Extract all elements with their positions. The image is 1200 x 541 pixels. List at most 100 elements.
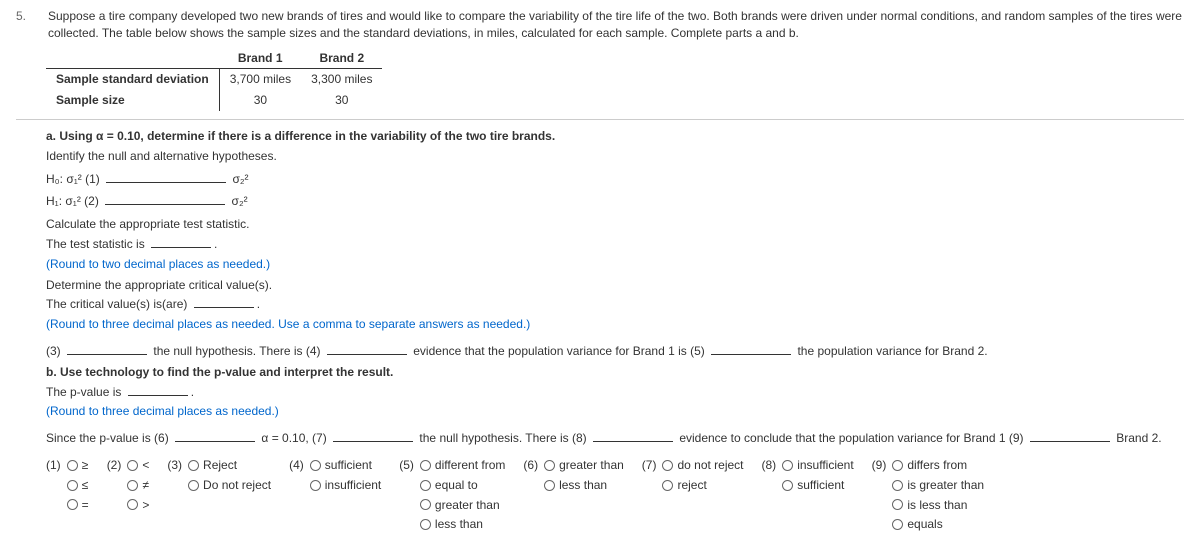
h0-label: H₀: σ₁² (1) — [46, 172, 100, 186]
radio-3-0[interactable] — [188, 460, 199, 471]
opt-4-0: sufficient — [325, 457, 372, 474]
ag5-num: (5) — [399, 457, 414, 474]
radio-6-0[interactable] — [544, 460, 555, 471]
blank-9[interactable] — [1030, 430, 1110, 442]
opt-1-2: = — [82, 497, 89, 514]
radio-2-2[interactable] — [127, 499, 138, 510]
answer-group-6: (6) greater than less than — [523, 457, 623, 533]
radio-9-2[interactable] — [892, 499, 903, 510]
radio-5-3[interactable] — [420, 519, 431, 530]
opt-1-1: ≤ — [82, 477, 89, 494]
ag7-num: (7) — [642, 457, 657, 474]
radio-3-1[interactable] — [188, 480, 199, 491]
opt-9-0: differs from — [907, 457, 967, 474]
radio-1-0[interactable] — [67, 460, 78, 471]
identify-hypotheses: Identify the null and alternative hypoth… — [46, 148, 1184, 165]
round-3dp-crit: (Round to three decimal places as needed… — [46, 316, 1184, 333]
opt-3-1: Do not reject — [203, 477, 271, 494]
blank-h0[interactable] — [106, 171, 226, 183]
answer-group-8: (8) insufficient sufficient — [762, 457, 854, 533]
answer-group-4: (4) sufficient insufficient — [289, 457, 381, 533]
problem-text: Suppose a tire company developed two new… — [48, 8, 1184, 42]
radio-5-1[interactable] — [420, 480, 431, 491]
opt-6-1: less than — [559, 477, 607, 494]
radio-4-0[interactable] — [310, 460, 321, 471]
det-crit-heading: Determine the appropriate critical value… — [46, 277, 1184, 294]
size-brand2: 30 — [301, 90, 382, 111]
blank-5[interactable] — [711, 343, 791, 355]
opt-2-1: ≠ — [142, 477, 149, 494]
h1-rhs: σ₂² — [232, 194, 248, 208]
opt-9-2: is less than — [907, 497, 967, 514]
radio-5-2[interactable] — [420, 499, 431, 510]
ag3-num: (3) — [167, 457, 182, 474]
radio-6-1[interactable] — [544, 480, 555, 491]
std-brand2: 3,300 miles — [301, 69, 382, 90]
radio-7-1[interactable] — [662, 480, 673, 491]
question-number: 5. — [16, 8, 36, 42]
crit-line: The critical value(s) is(are) — [46, 297, 187, 311]
blank-4[interactable] — [327, 343, 407, 355]
opt-1-0: ≥ — [82, 457, 89, 474]
sb-2: α = 0.10, (7) — [261, 431, 326, 445]
std-brand1: 3,700 miles — [219, 69, 301, 90]
blank-7[interactable] — [333, 430, 413, 442]
radio-9-3[interactable] — [892, 519, 903, 530]
answer-group-1: (1) ≥ ≤ = — [46, 457, 89, 533]
blank-test-stat[interactable] — [151, 236, 211, 248]
answer-group-2: (2) < ≠ > — [107, 457, 150, 533]
ag6-num: (6) — [523, 457, 538, 474]
blank-h1[interactable] — [105, 193, 225, 205]
h0-rhs: σ₂² — [232, 172, 248, 186]
sa-4: the population variance for Brand 2. — [797, 344, 987, 358]
sb-3: the null hypothesis. There is (8) — [419, 431, 586, 445]
blank-3[interactable] — [67, 343, 147, 355]
radio-9-0[interactable] — [892, 460, 903, 471]
size-brand1: 30 — [219, 90, 301, 111]
opt-5-0: different from — [435, 457, 505, 474]
blank-6[interactable] — [175, 430, 255, 442]
radio-1-2[interactable] — [67, 499, 78, 510]
sa-1: (3) — [46, 344, 61, 358]
answer-group-9: (9) differs from is greater than is less… — [872, 457, 984, 533]
answer-choices: (1) ≥ ≤ = (2) < ≠ > (3) Reject Do not re… — [46, 457, 1184, 533]
opt-2-0: < — [142, 457, 149, 474]
blank-8[interactable] — [593, 430, 673, 442]
opt-5-3: less than — [435, 516, 483, 533]
radio-4-1[interactable] — [310, 480, 321, 491]
round-3dp-p: (Round to three decimal places as needed… — [46, 403, 1184, 420]
opt-2-2: > — [142, 497, 149, 514]
sa-3: evidence that the population variance fo… — [413, 344, 705, 358]
opt-7-1: reject — [677, 477, 706, 494]
opt-6-0: greater than — [559, 457, 624, 474]
blank-pvalue[interactable] — [128, 384, 188, 396]
opt-5-1: equal to — [435, 477, 478, 494]
opt-7-0: do not reject — [677, 457, 743, 474]
blank-crit[interactable] — [194, 296, 254, 308]
opt-5-2: greater than — [435, 497, 500, 514]
part-b-intro: b. Use technology to find the p-value an… — [46, 364, 1184, 381]
h1-label: H₁: σ₁² (2) — [46, 194, 99, 208]
round-2dp: (Round to two decimal places as needed.) — [46, 256, 1184, 273]
ag2-num: (2) — [107, 457, 122, 474]
radio-7-0[interactable] — [662, 460, 673, 471]
radio-8-0[interactable] — [782, 460, 793, 471]
radio-2-0[interactable] — [127, 460, 138, 471]
radio-2-1[interactable] — [127, 480, 138, 491]
opt-8-1: sufficient — [797, 477, 844, 494]
radio-5-0[interactable] — [420, 460, 431, 471]
opt-8-0: insufficient — [797, 457, 853, 474]
radio-1-1[interactable] — [67, 480, 78, 491]
radio-9-1[interactable] — [892, 480, 903, 491]
part-a-intro: a. Using α = 0.10, determine if there is… — [46, 128, 1184, 145]
ag1-num: (1) — [46, 457, 61, 474]
col-brand1: Brand 1 — [219, 48, 301, 69]
ag4-num: (4) — [289, 457, 304, 474]
opt-3-0: Reject — [203, 457, 237, 474]
pvalue-line: The p-value is — [46, 385, 121, 399]
sa-2: the null hypothesis. There is (4) — [153, 344, 320, 358]
sb-5: Brand 2. — [1116, 431, 1161, 445]
answer-group-3: (3) Reject Do not reject — [167, 457, 271, 533]
radio-8-1[interactable] — [782, 480, 793, 491]
sb-4: evidence to conclude that the population… — [679, 431, 1023, 445]
